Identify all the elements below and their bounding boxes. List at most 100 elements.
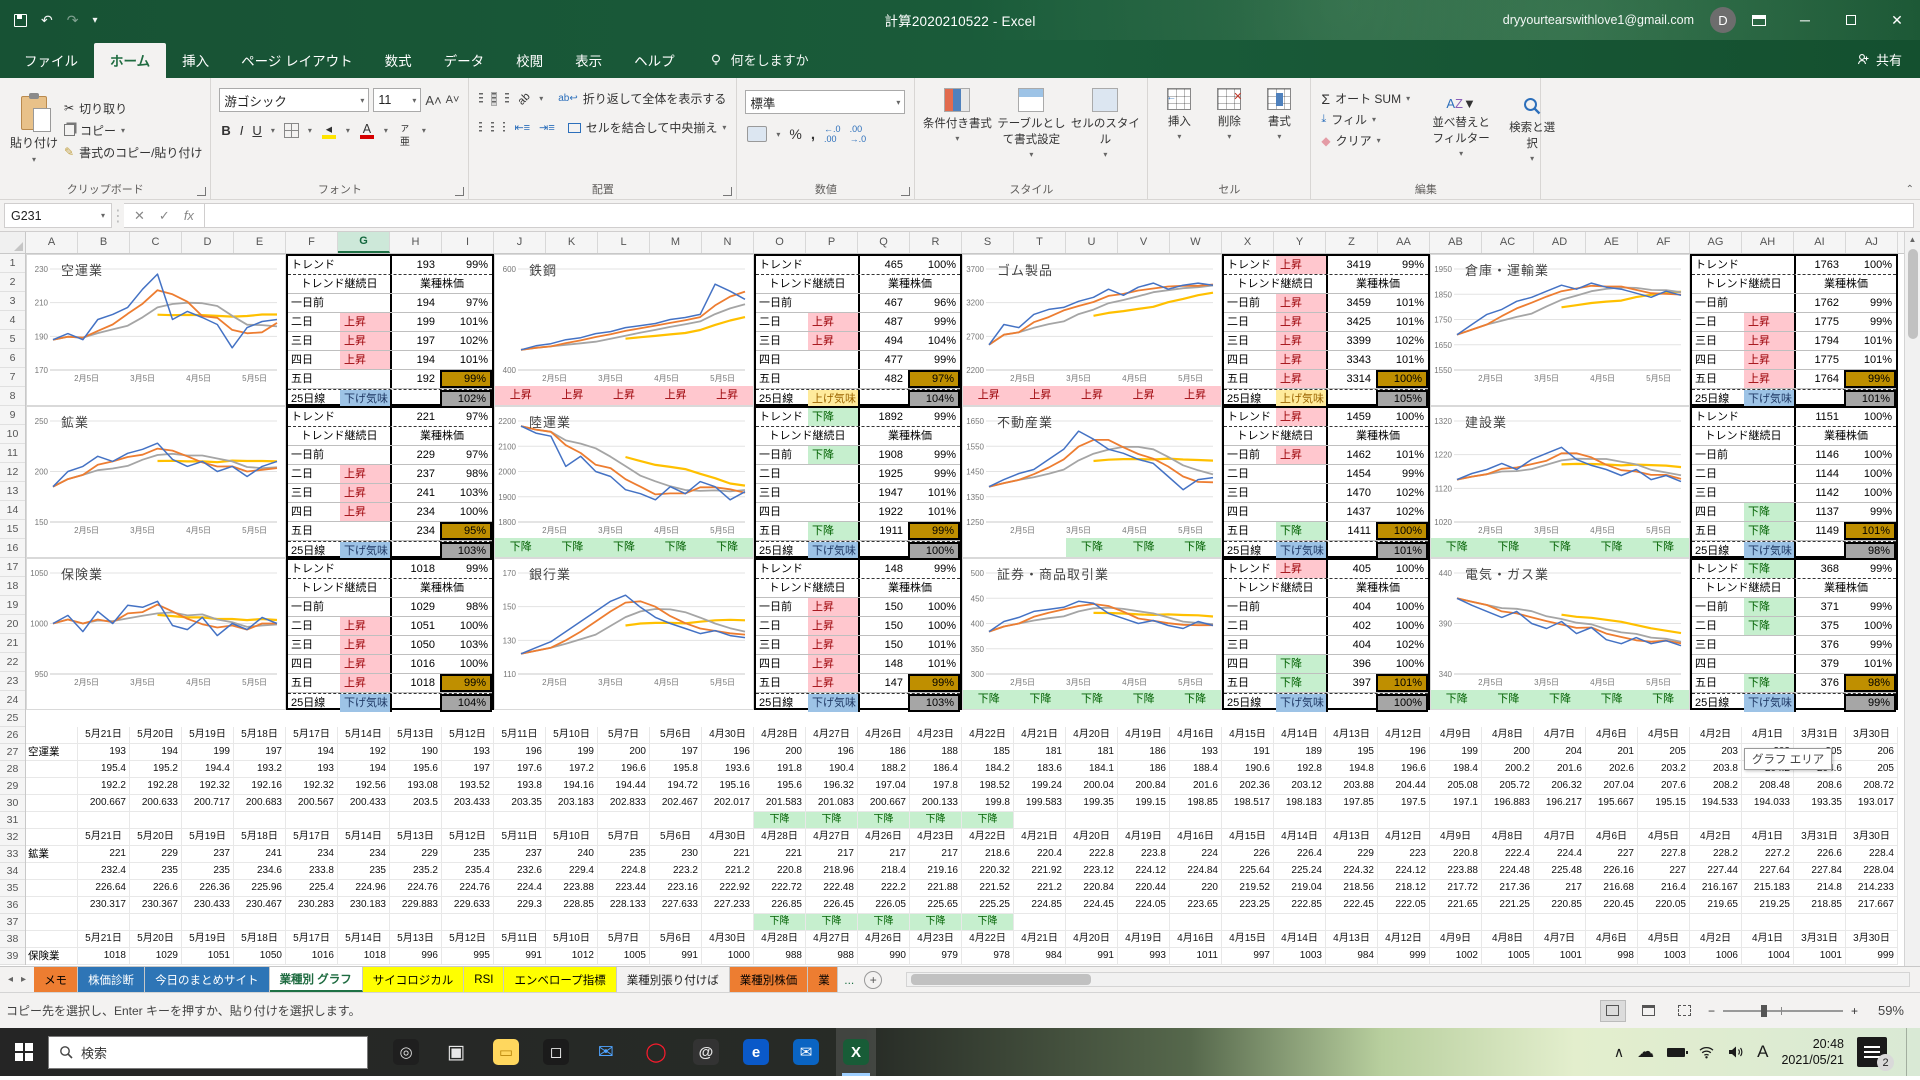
data-cell[interactable]: 223.44 <box>598 880 650 897</box>
data-cell[interactable]: 216.4 <box>1638 880 1690 897</box>
data-cell[interactable]: 193.6 <box>702 761 754 778</box>
day-pct[interactable]: 100% <box>1376 655 1428 673</box>
data-cell[interactable]: 5月19日 <box>182 727 234 744</box>
day-pct[interactable]: 97% <box>908 370 960 388</box>
data-cell[interactable]: 1003 <box>1274 948 1326 965</box>
data-cell[interactable]: 192.32 <box>286 778 338 795</box>
data-cell[interactable]: 5月20日 <box>130 727 182 744</box>
column-header-W[interactable]: W <box>1170 232 1222 253</box>
find-select-button[interactable]: 検索と選択▾ <box>1506 90 1558 163</box>
row-header-37[interactable]: 37 <box>0 914 25 931</box>
day-price[interactable]: 3399 <box>1328 332 1376 350</box>
day-pct[interactable]: 100% <box>440 617 492 635</box>
industry-price-current[interactable]: 1892 <box>860 408 908 426</box>
data-cell[interactable]: 220.4 <box>1014 846 1066 863</box>
day-pct[interactable]: 100% <box>1844 446 1896 464</box>
data-cell[interactable]: 199.35 <box>1066 795 1118 812</box>
data-cell[interactable]: 200.84 <box>1118 778 1170 795</box>
day-trend[interactable] <box>340 446 392 464</box>
row-header-25[interactable]: 25 <box>0 710 25 727</box>
data-cell[interactable]: 197 <box>442 761 494 778</box>
column-header-AH[interactable]: AH <box>1742 232 1794 253</box>
day-pct[interactable]: 99% <box>1844 636 1896 654</box>
day-price[interactable]: 482 <box>860 370 908 388</box>
data-cell[interactable]: 198.85 <box>1170 795 1222 812</box>
data-cell[interactable]: 194.4 <box>182 761 234 778</box>
data-cell[interactable]: 993 <box>1118 948 1170 965</box>
day-pct[interactable]: 98% <box>440 598 492 616</box>
under-chart-trend[interactable]: 下降 <box>598 538 650 557</box>
day-trend[interactable] <box>1276 484 1328 502</box>
data-cell[interactable]: 4月7日 <box>1534 931 1586 948</box>
sheet-tab-エンベロープ指標[interactable]: エンベロープ指標 <box>504 967 616 992</box>
paste-button[interactable]: 貼り付け▾ <box>6 82 62 178</box>
day-pct[interactable]: 102% <box>1376 636 1428 654</box>
under-chart-trend[interactable]: 下降 <box>1118 538 1170 557</box>
day-price[interactable]: 467 <box>860 294 908 312</box>
data-cell[interactable]: 240 <box>546 846 598 863</box>
sheet-tab-今日のまとめサイト[interactable]: 今日のまとめサイト <box>145 967 270 992</box>
under-chart-trend[interactable] <box>1637 386 1689 405</box>
data-cell[interactable]: 222.2 <box>858 880 910 897</box>
data-cell[interactable]: 1006 <box>1690 948 1742 965</box>
data-cell[interactable]: 208.72 <box>1846 778 1898 795</box>
data-cell[interactable]: 200.433 <box>338 795 390 812</box>
data-cell[interactable]: 193 <box>78 744 130 761</box>
data-cell[interactable]: 200 <box>1482 744 1534 761</box>
industry-pct-current[interactable]: 100% <box>1844 408 1896 426</box>
day-trend[interactable]: 上昇 <box>1276 294 1328 312</box>
data-cell[interactable]: 227.84 <box>1794 863 1846 880</box>
data-cell[interactable]: 4月26日 <box>858 829 910 846</box>
under-chart-trend[interactable]: 上昇 <box>701 386 753 405</box>
data-cell[interactable]: 224.12 <box>1118 863 1170 880</box>
under-chart-trend[interactable]: 上昇 <box>650 386 702 405</box>
data-cell[interactable]: 200.667 <box>858 795 910 812</box>
opera-icon[interactable]: ◯ <box>636 1028 676 1076</box>
data-cell[interactable]: 4月22日 <box>962 829 1014 846</box>
data-cell[interactable]: 200 <box>598 744 650 761</box>
data-cell[interactable]: 1003 <box>1638 948 1690 965</box>
horizontal-scrollbar[interactable] <box>906 972 1910 987</box>
industry-pct-current[interactable]: 100% <box>908 256 960 274</box>
mail-icon[interactable]: ✉ <box>586 1028 626 1076</box>
under-chart-trend[interactable] <box>1015 538 1067 557</box>
day-pct[interactable]: 101% <box>908 484 960 502</box>
data-cell[interactable]: 998 <box>1586 948 1638 965</box>
column-header-U[interactable]: U <box>1066 232 1118 253</box>
data-cell[interactable]: 4月1日 <box>1742 727 1794 744</box>
under-chart-trend[interactable]: 上昇 <box>495 386 547 405</box>
data-cell[interactable]: 4月8日 <box>1482 931 1534 948</box>
data-cell[interactable]: 196.6 <box>598 761 650 778</box>
data-cell[interactable]: 223.12 <box>1066 863 1118 880</box>
show-desktop-button[interactable] <box>1906 1028 1912 1076</box>
day-price[interactable]: 1149 <box>1796 522 1844 540</box>
comma-style-icon[interactable]: , <box>811 126 815 143</box>
column-header-Z[interactable]: Z <box>1326 232 1378 253</box>
day-price[interactable]: 1947 <box>860 484 908 502</box>
day-pct[interactable]: 99% <box>1844 294 1896 312</box>
under-chart-trend[interactable] <box>27 538 79 557</box>
zoom-slider-thumb[interactable] <box>1761 1005 1767 1017</box>
data-cell[interactable]: 194.533 <box>1690 795 1742 812</box>
avatar[interactable]: D <box>1710 7 1736 33</box>
stock-chart-空運業[interactable]: 2302101901702月5日3月5日4月5日5月5日空運業 <box>26 254 286 406</box>
ribbon-tab-データ[interactable]: データ <box>428 43 501 78</box>
data-cell[interactable]: 214.8 <box>1794 880 1846 897</box>
row-header-33[interactable]: 33 <box>0 846 25 863</box>
day-trend[interactable]: 上昇 <box>808 332 860 350</box>
align-top-icon[interactable] <box>479 93 483 105</box>
day-trend[interactable]: 上昇 <box>1744 351 1796 369</box>
data-cell[interactable]: 184.1 <box>1066 761 1118 778</box>
day-pct[interactable]: 96% <box>908 294 960 312</box>
data-cell[interactable]: 4月5日 <box>1638 931 1690 948</box>
day-price[interactable]: 404 <box>1328 636 1376 654</box>
data-cell[interactable]: 4月6日 <box>1586 931 1638 948</box>
data-cell[interactable]: 217 <box>858 846 910 863</box>
data-cell[interactable]: 5月10日 <box>546 829 598 846</box>
column-header-AA[interactable]: AA <box>1378 232 1430 253</box>
data-cell[interactable]: 4月23日 <box>910 931 962 948</box>
data-cell[interactable]: 205.08 <box>1430 778 1482 795</box>
industry-pct-current[interactable]: 100% <box>1376 408 1428 426</box>
data-cell[interactable]: 4月1日 <box>1742 931 1794 948</box>
industry-pct-current[interactable]: 100% <box>1376 560 1428 578</box>
